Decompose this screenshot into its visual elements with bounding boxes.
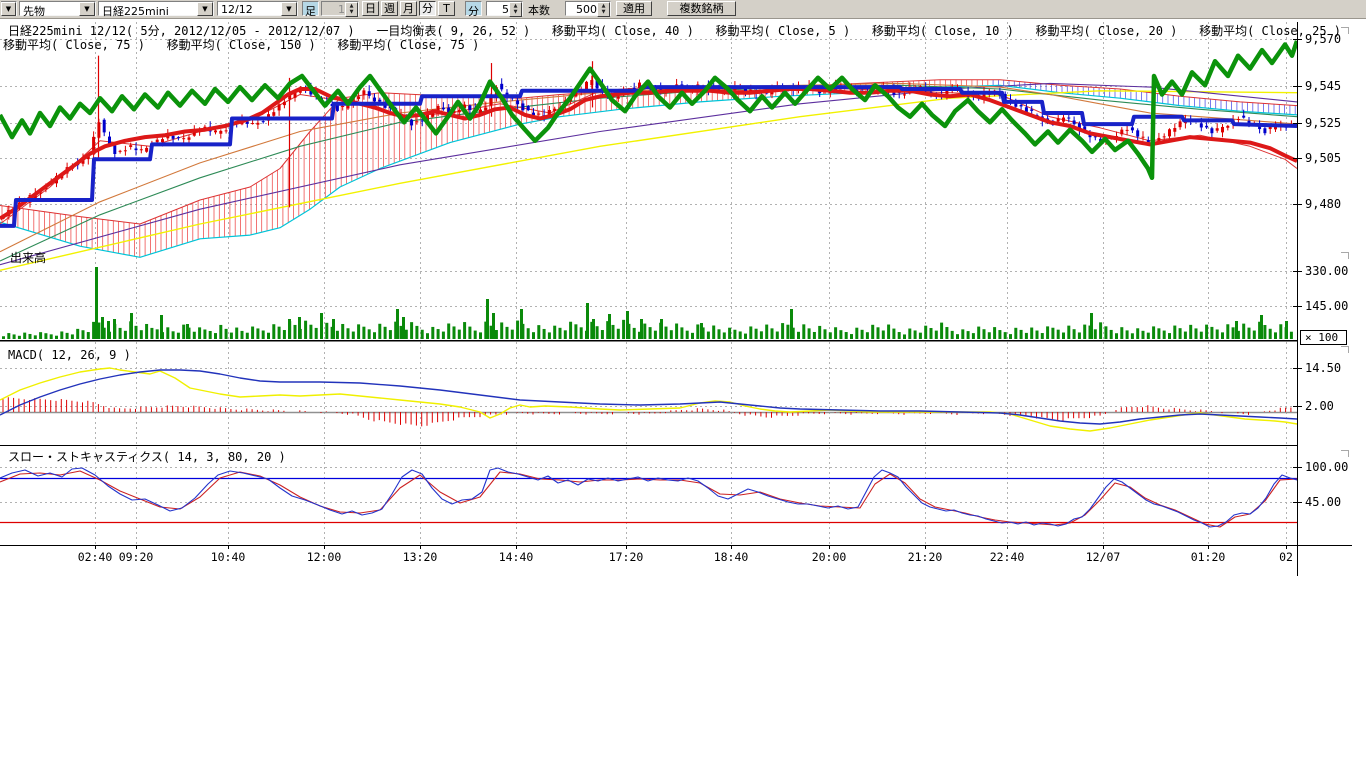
period-tick-button[interactable]: T [438,1,455,16]
x-axis-label: 02:40 [78,550,113,564]
bar-interval-value: 1 [338,3,345,16]
volume-bars [2,267,1293,339]
pane-grip-icon [1341,252,1349,259]
x-axis-label: 21:20 [908,550,943,564]
pane-grip-icon [1341,27,1349,34]
price-pane [0,41,1297,270]
spinner-buttons[interactable]: ▲▼ [597,2,610,17]
apply-button[interactable]: 適用 [616,1,652,16]
y-axis-label: 100.00 [1305,460,1348,474]
bar-count-value: 500 [576,3,597,16]
multi-symbol-button[interactable]: 複数銘柄 [667,1,736,16]
x-axis-label: 20:00 [812,550,847,564]
x-axis-label: 22:40 [990,550,1025,564]
chart-canvas[interactable]: 9,5709,5459,5259,5059,480330.00145.0014.… [0,0,1366,768]
macd-pane [0,368,1297,431]
x-axis-label: 09:20 [119,550,154,564]
pane-grip-icon [1341,450,1349,457]
y-axis-label: 45.00 [1305,495,1341,509]
pane-grip-icon [1341,346,1349,353]
y-axis-label: 9,545 [1305,79,1341,93]
market-select[interactable]: 先物 ▼ [19,1,96,16]
period-day-button[interactable]: 日 [362,1,379,16]
y-axis-label: 2.00 [1305,399,1334,413]
toolbar: ▼ 先物 ▼ 日経225mini ▼ 12/12 ▼ 足 1 ▲▼ 日 週 月 … [0,0,1366,19]
y-axis-label: 9,480 [1305,197,1341,211]
instrument-select-value: 日経225mini [102,3,169,19]
x-axis-label: 17:20 [609,550,644,564]
minute-stepper[interactable]: 5 ▲▼ [486,1,523,16]
y-axis-label: 9,570 [1305,32,1341,46]
chevron-down-icon[interactable]: ▼ [1,2,16,16]
x-axis-label: 13:20 [403,550,438,564]
x-axis-label: 12:00 [307,550,342,564]
spin-down-icon[interactable]: ▼ [598,9,609,15]
mini-select[interactable]: ▼ [1,1,17,16]
x-axis-label: 18:40 [714,550,749,564]
chevron-down-icon[interactable]: ▼ [79,2,95,16]
bar-count-stepper[interactable]: 500 ▲▼ [565,1,611,16]
y-axis-label: 330.00 [1305,264,1348,278]
y-axis-label: 9,505 [1305,151,1341,165]
bar-count-label: 本数 [528,2,550,18]
bar-interval-stepper[interactable]: 1 ▲▼ [321,1,359,16]
minute-value: 5 [502,3,509,16]
bar-type-label: 足 [302,1,319,16]
y-axis-label: 14.50 [1305,361,1341,375]
period-month-button[interactable]: 月 [400,1,417,16]
spinner-buttons[interactable]: ▲▼ [509,2,522,17]
chevron-down-icon[interactable]: ▼ [281,2,297,16]
spin-down-icon[interactable]: ▼ [510,9,521,15]
contract-month-select[interactable]: 12/12 ▼ [217,1,298,16]
x-axis-label: 10:40 [211,550,246,564]
x-axis-label: 01:20 [1191,550,1226,564]
chevron-down-icon[interactable]: ▼ [197,2,213,16]
y-axis-label: 9,525 [1305,116,1341,130]
spinner-buttons[interactable]: ▲▼ [345,2,358,17]
volume-multiplier-badge: × 100 [1300,330,1347,345]
x-axis-label: 12/07 [1086,550,1121,564]
minute-label: 分 [465,1,482,16]
y-axis-label: 145.00 [1305,299,1348,313]
instrument-select[interactable]: 日経225mini ▼ [98,1,214,16]
period-minute-button[interactable]: 分 [419,1,436,16]
app-window: { "toolbar": { "market_value": "先物", "in… [0,0,1366,768]
spin-down-icon[interactable]: ▼ [346,9,357,15]
stochastics-pane [0,468,1297,527]
period-week-button[interactable]: 週 [381,1,398,16]
x-axis-label: 02 [1279,550,1293,564]
market-select-value: 先物 [23,3,45,19]
x-axis-label: 14:40 [499,550,534,564]
contract-month-value: 12/12 [221,3,253,16]
